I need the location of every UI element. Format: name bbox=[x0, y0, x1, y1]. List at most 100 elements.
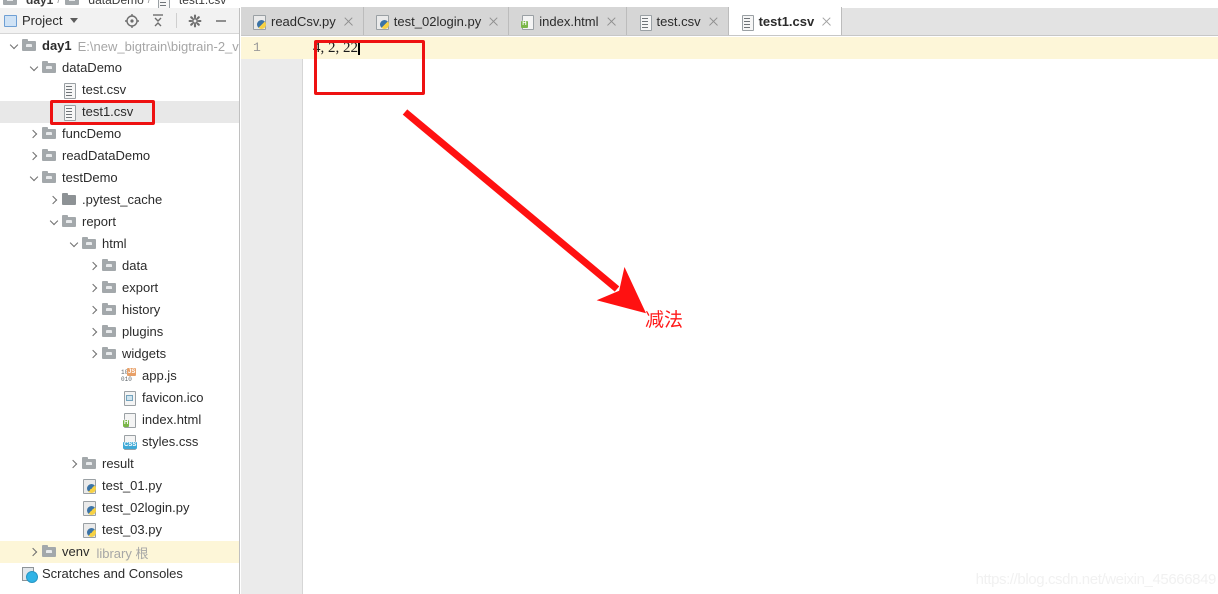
chevron-glyph bbox=[88, 327, 98, 337]
tree-item-label: app.js bbox=[142, 368, 177, 383]
collapse-all-icon[interactable] bbox=[150, 13, 166, 29]
current-line-highlight bbox=[241, 37, 1218, 59]
folder-module-icon bbox=[101, 324, 117, 340]
gear-icon[interactable] bbox=[187, 13, 203, 29]
tree-row[interactable]: dataDemo bbox=[0, 57, 239, 79]
tree-item-label: favicon.ico bbox=[142, 390, 204, 405]
tree-row[interactable]: testDemo bbox=[0, 167, 239, 189]
chevron-right-icon[interactable] bbox=[28, 546, 40, 558]
tree-row[interactable]: history bbox=[0, 299, 239, 321]
tree-item-label: test_02login.py bbox=[102, 500, 190, 515]
chevron-down-icon[interactable] bbox=[48, 216, 60, 228]
tree-row[interactable]: plugins bbox=[0, 321, 239, 343]
project-tree[interactable]: day1 E:\new_bigtrain\bigtrain-2_vide dataD… bbox=[0, 35, 239, 594]
chevron-right-icon[interactable] bbox=[88, 326, 100, 338]
tree-row[interactable]: test_01.py bbox=[0, 475, 239, 497]
python-file-icon bbox=[81, 500, 97, 516]
tree-row[interactable]: test_02login.py bbox=[0, 497, 239, 519]
tree-row[interactable]: .pytest_cache bbox=[0, 189, 239, 211]
editor-body[interactable]: 1 4, 2, 22 bbox=[241, 37, 1218, 594]
tree-row[interactable]: Scratches and Consoles bbox=[0, 563, 239, 585]
chevron-right-icon[interactable] bbox=[88, 282, 100, 294]
csv-file-icon bbox=[61, 82, 77, 99]
chevron-down-icon[interactable] bbox=[68, 238, 80, 250]
chevron-right-icon[interactable] bbox=[88, 260, 100, 272]
tree-item-label: test_01.py bbox=[102, 478, 162, 493]
chevron-down-icon[interactable] bbox=[70, 18, 79, 23]
breadcrumb-item-1[interactable]: dataDemo bbox=[64, 0, 144, 8]
breadcrumb-separator: / bbox=[57, 0, 61, 6]
chevron-down-icon[interactable] bbox=[28, 62, 40, 74]
chevron-right-icon[interactable] bbox=[28, 128, 40, 140]
tree-row[interactable]: readDataDemo bbox=[0, 145, 239, 167]
folder-module-icon bbox=[41, 544, 57, 560]
editor-gutter bbox=[241, 37, 303, 594]
file-type-badge: CSS bbox=[123, 442, 138, 449]
editor-tabbar[interactable]: readCsv.py test_02login.py Hindex.html test… bbox=[241, 7, 1218, 36]
tree-row[interactable]: Hindex.html bbox=[0, 409, 239, 431]
tree-row[interactable]: data bbox=[0, 255, 239, 277]
editor-tab-test1-csv[interactable]: test1.csv bbox=[728, 7, 843, 35]
breadcrumb-label: test1.csv bbox=[178, 0, 227, 7]
tree-row[interactable]: widgets bbox=[0, 343, 239, 365]
project-tool-window: Project day1 E:\new_bigtrain\bigtrain-2_… bbox=[0, 8, 240, 594]
breadcrumb: day1 / dataDemo / test1.csv bbox=[0, 0, 227, 9]
folder-module-icon bbox=[41, 170, 57, 186]
clock-hand bbox=[30, 574, 33, 575]
chevron-glyph bbox=[88, 261, 98, 271]
chevron-glyph bbox=[28, 151, 38, 161]
close-icon[interactable] bbox=[606, 16, 617, 27]
editor-content[interactable]: 4, 2, 22 bbox=[313, 37, 360, 59]
chevron-glyph bbox=[49, 216, 59, 225]
tree-row[interactable]: export bbox=[0, 277, 239, 299]
toolbar-buttons bbox=[124, 13, 235, 29]
folder-module-icon bbox=[101, 346, 117, 362]
tree-row[interactable]: 010 app.js bbox=[0, 365, 239, 387]
ide-window: day1 / dataDemo / test1.csv Project day1… bbox=[0, 0, 1218, 594]
editor-tab-readcsv-py[interactable]: readCsv.py bbox=[241, 7, 364, 35]
breadcrumb-item-2[interactable]: test1.csv bbox=[155, 0, 227, 9]
scratches-icon bbox=[21, 566, 38, 583]
close-icon[interactable] bbox=[821, 16, 832, 27]
tree-row[interactable]: result bbox=[0, 453, 239, 475]
chevron-glyph bbox=[88, 305, 98, 315]
minimize-icon[interactable] bbox=[213, 13, 229, 29]
close-icon[interactable] bbox=[488, 16, 499, 27]
tree-row[interactable]: venv library 根 bbox=[0, 541, 239, 563]
python-file-icon bbox=[374, 14, 389, 30]
tree-row[interactable]: report bbox=[0, 211, 239, 233]
editor-tab-test-csv[interactable]: test.csv bbox=[626, 7, 729, 35]
tree-row[interactable]: day1 E:\new_bigtrain\bigtrain-2_vide bbox=[0, 35, 239, 57]
project-title[interactable]: Project bbox=[4, 13, 79, 28]
csv-file-icon bbox=[739, 14, 754, 31]
chevron-glyph bbox=[68, 459, 78, 469]
editor-tab-test-02login-py[interactable]: test_02login.py bbox=[363, 7, 510, 35]
tree-row[interactable]: favicon.ico bbox=[0, 387, 239, 409]
folder-module-icon bbox=[41, 60, 57, 76]
tree-row[interactable]: html bbox=[0, 233, 239, 255]
folder-icon bbox=[64, 0, 80, 8]
close-icon[interactable] bbox=[343, 16, 354, 27]
chevron-down-icon[interactable] bbox=[8, 40, 20, 52]
chevron-right-icon[interactable] bbox=[68, 458, 80, 470]
tree-row[interactable]: test.csv bbox=[0, 79, 239, 101]
chevron-down-icon[interactable] bbox=[28, 172, 40, 184]
tree-row[interactable]: CSS styles.css bbox=[0, 431, 239, 453]
chevron-glyph bbox=[29, 62, 39, 71]
tree-row[interactable]: funcDemo bbox=[0, 123, 239, 145]
tree-item-label: report bbox=[82, 214, 116, 229]
chevron-right-icon[interactable] bbox=[88, 348, 100, 360]
tab-label: index.html bbox=[539, 13, 599, 29]
chevron-right-icon[interactable] bbox=[88, 304, 100, 316]
python-file-icon bbox=[251, 14, 266, 30]
chevron-right-icon[interactable] bbox=[48, 194, 60, 206]
locate-icon[interactable] bbox=[124, 13, 140, 29]
chevron-right-icon[interactable] bbox=[28, 150, 40, 162]
editor-tab-index-html[interactable]: Hindex.html bbox=[509, 7, 627, 35]
tree-row[interactable]: test1.csv bbox=[0, 101, 239, 123]
chevron-glyph bbox=[69, 238, 79, 247]
breadcrumb-item-0[interactable]: day1 bbox=[2, 0, 53, 8]
folder-module-icon bbox=[101, 258, 117, 274]
tree-row[interactable]: test_03.py bbox=[0, 519, 239, 541]
close-icon[interactable] bbox=[708, 16, 719, 27]
